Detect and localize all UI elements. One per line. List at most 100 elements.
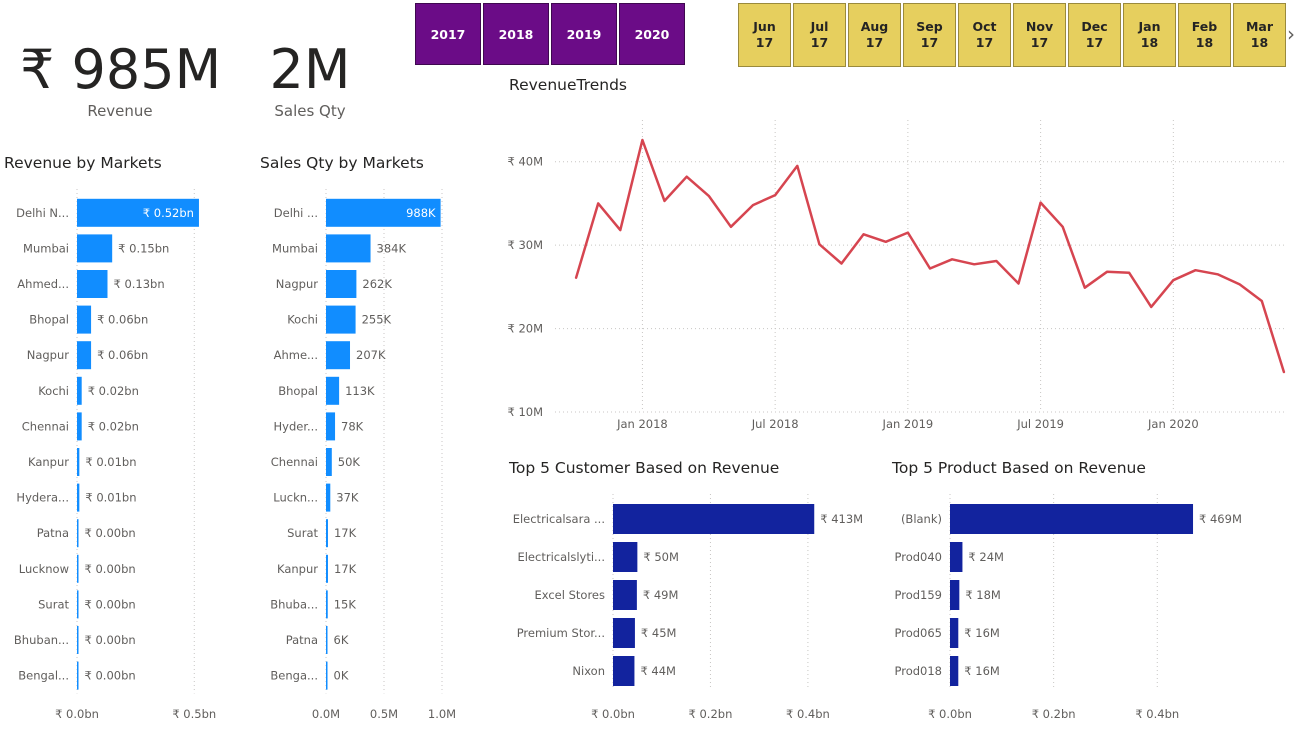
category-label: Nagpur <box>27 348 70 362</box>
bar <box>326 376 340 405</box>
month-name: Jul <box>810 19 829 34</box>
category-label: Luckn... <box>273 491 318 505</box>
month-name: Oct <box>972 19 997 34</box>
y-tick-label: ₹ 40M <box>507 155 543 169</box>
x-tick-label: Jan 2018 <box>616 417 668 431</box>
month-tile[interactable]: Sep 17 <box>903 3 956 67</box>
month-year: 17 <box>865 35 884 50</box>
revenue-by-markets-chart: ₹ 0.0bn ₹ 0.5bn Delhi N... ₹ 0.52bn Mumbai ₹ … <box>14 189 216 721</box>
category-label: Patna <box>37 526 69 540</box>
month-name: Sep <box>916 19 943 34</box>
data-label: ₹ 0.00bn <box>85 669 136 683</box>
month-name: Mar <box>1245 19 1274 34</box>
year-tile-2019[interactable]: 2019 <box>551 3 617 65</box>
month-tile[interactable]: Oct 17 <box>958 3 1011 67</box>
category-label: Chennai <box>22 419 69 433</box>
data-label: ₹ 16M <box>964 626 1000 640</box>
data-label: ₹ 45M <box>641 626 677 640</box>
bar <box>77 341 92 370</box>
category-label: Bhuban... <box>14 633 69 647</box>
kpi-qty-label: Sales Qty <box>274 102 346 120</box>
trend-line <box>574 138 1286 374</box>
data-label: 15K <box>334 597 357 611</box>
bar <box>950 618 959 648</box>
month-year: 17 <box>975 35 994 50</box>
month-year: 17 <box>755 35 774 50</box>
year-tile-2017[interactable]: 2017 <box>415 3 481 65</box>
year-tile-2020[interactable]: 2020 <box>619 3 685 65</box>
category-label: Excel Stores <box>534 588 605 602</box>
month-year: 17 <box>1085 35 1104 50</box>
x-tick-label: ₹ 0.0bn <box>591 707 635 721</box>
category-label: Nagpur <box>276 277 319 291</box>
bar <box>77 448 80 476</box>
bar <box>77 519 79 548</box>
data-label: ₹ 24M <box>968 550 1004 564</box>
data-label: 207K <box>356 348 386 362</box>
category-label: Surat <box>287 526 318 540</box>
month-name: Aug <box>860 19 889 34</box>
bar <box>326 626 328 654</box>
data-label: ₹ 469M <box>1199 512 1242 526</box>
category-label: Hyder... <box>274 419 318 433</box>
category-label: Prod065 <box>895 626 943 640</box>
data-label: 78K <box>341 419 364 433</box>
data-label: ₹ 0.00bn <box>85 633 136 647</box>
x-tick-label: Jan 2019 <box>882 417 934 431</box>
top-customers-chart: ₹ 0.0bn ₹ 0.2bn ₹ 0.4bn Electricalsara ... ₹… <box>513 494 863 721</box>
category-label: Surat <box>38 597 69 611</box>
x-tick-label: Jul 2018 <box>751 417 799 431</box>
data-label: ₹ 0.15bn <box>118 241 169 255</box>
category-label: Prod018 <box>895 664 943 678</box>
data-label: ₹ 413M <box>820 512 863 526</box>
month-tile[interactable]: Feb 18 <box>1178 3 1231 67</box>
category-label: Electricalslyti... <box>517 550 605 564</box>
month-year: 18 <box>1140 35 1159 50</box>
month-tile[interactable]: Jul 17 <box>793 3 846 67</box>
data-label: ₹ 50M <box>643 550 679 564</box>
revenue-trend-chart: ₹ 10M ₹ 20M ₹ 30M ₹ 40M Jan 2018 Jul 2018 Jan … <box>507 120 1286 431</box>
bar <box>326 448 332 476</box>
category-label: Mumbai <box>23 241 69 255</box>
x-tick-label: ₹ 0.2bn <box>1032 707 1076 721</box>
data-label: 50K <box>338 455 361 469</box>
category-label: Delhi ... <box>274 206 318 220</box>
bar <box>950 504 1194 534</box>
bar <box>77 305 92 334</box>
kpi-revenue: ₹ 985M Revenue <box>20 40 221 121</box>
month-name: Jan <box>1138 19 1161 34</box>
month-tile[interactable]: Aug 17 <box>848 3 901 67</box>
category-label: (Blank) <box>901 512 942 526</box>
x-tick-label: ₹ 0.5bn <box>172 707 216 721</box>
x-tick-label: ₹ 0.0bn <box>928 707 972 721</box>
data-label: ₹ 0.06bn <box>97 348 148 362</box>
kpi-revenue-label: Revenue <box>87 102 153 120</box>
month-tile[interactable]: Mar 18 <box>1233 3 1286 67</box>
x-tick-label: ₹ 0.4bn <box>786 707 830 721</box>
x-tick-label: Jan 2020 <box>1147 417 1199 431</box>
category-label: Bhuba... <box>270 597 318 611</box>
data-label: 17K <box>334 526 357 540</box>
month-tile[interactable]: Jan 18 <box>1123 3 1176 67</box>
data-label: ₹ 49M <box>643 588 679 602</box>
x-tick-label: Jul 2019 <box>1016 417 1064 431</box>
bar <box>77 626 79 654</box>
bar <box>326 554 328 583</box>
data-label: ₹ 0.02bn <box>88 384 139 398</box>
bar <box>77 554 79 583</box>
month-tile[interactable]: Nov 17 <box>1013 3 1066 67</box>
data-label: 113K <box>345 384 375 398</box>
data-label: ₹ 16M <box>964 664 1000 678</box>
year-tile-2018[interactable]: 2018 <box>483 3 549 65</box>
chevron-right-icon[interactable]: › <box>1287 22 1295 46</box>
bar <box>326 412 336 441</box>
category-label: Bengal... <box>18 669 69 683</box>
bar <box>326 270 357 298</box>
bar <box>326 234 371 263</box>
month-tile[interactable]: Dec 17 <box>1068 3 1121 67</box>
month-tile[interactable]: Jun 17 <box>738 3 791 67</box>
category-label: Prod159 <box>895 588 943 602</box>
month-name: Feb <box>1191 19 1218 34</box>
bar <box>326 661 328 690</box>
data-label: ₹ 44M <box>640 664 676 678</box>
